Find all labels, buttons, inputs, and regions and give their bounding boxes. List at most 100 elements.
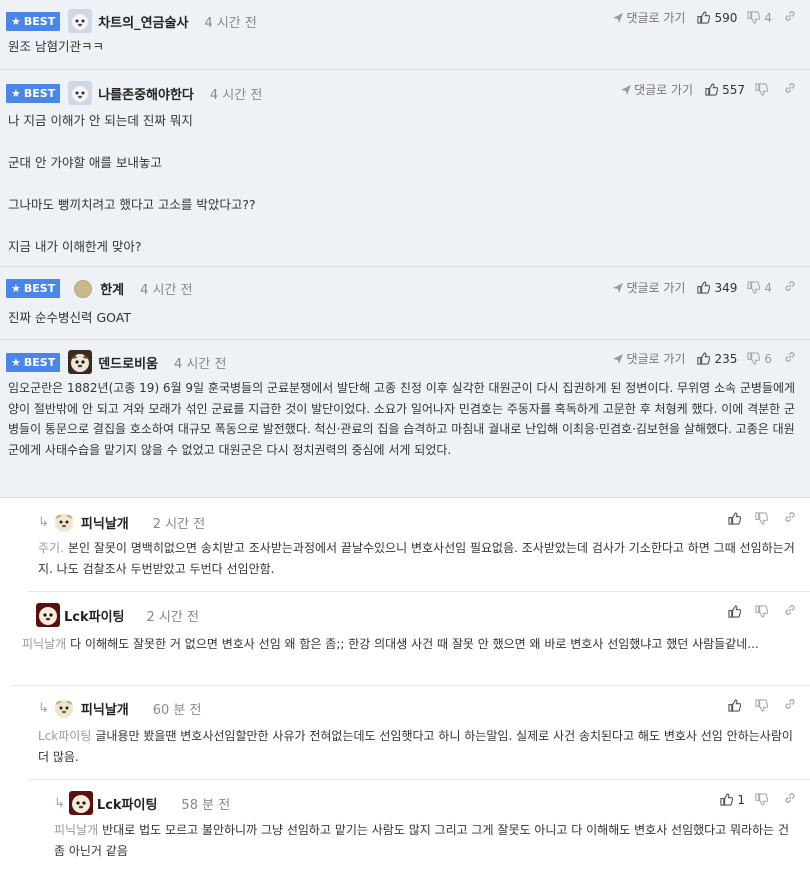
star-icon: ★ (11, 355, 21, 369)
avatar[interactable] (68, 9, 93, 33)
reply-link[interactable]: 댓글로 가기 (621, 81, 693, 98)
downvote-button[interactable] (755, 83, 772, 96)
nickname[interactable]: 피닉날개 (81, 513, 129, 532)
link-icon[interactable] (784, 792, 796, 807)
send-icon (613, 353, 624, 364)
best-badge: ★ BEST (6, 83, 61, 103)
avatar[interactable] (36, 603, 60, 627)
reply-comment: ↳ 피닉날개 2 시간 전 주기. 본인 잘못이 명백히없으면 송치받고 조사받는… (28, 498, 810, 592)
thumbs-down-icon (755, 605, 768, 618)
reply-link[interactable]: 댓글로 가기 (613, 9, 685, 26)
best-comment: ★ BEST 나를존중해야한다 4 시간 전 댓글로 가기 557 나 지금 이해… (0, 70, 810, 267)
comment-text: 피닉날개 다 이해해도 잘못한 거 없으면 변호사 선임 왜 함은 좀;; 한강 … (22, 637, 759, 651)
nickname[interactable]: 차트의_연금술사 (98, 12, 188, 31)
link-icon[interactable] (784, 698, 796, 713)
avatar[interactable] (52, 511, 75, 533)
timestamp: 2 시간 전 (152, 516, 206, 532)
link-icon[interactable] (784, 10, 796, 25)
thumbs-down-icon (747, 281, 761, 294)
best-badge: ★ BEST (6, 11, 61, 31)
upvote-button[interactable] (728, 699, 745, 712)
nickname[interactable]: 피닉날개 (81, 699, 129, 718)
avatar[interactable] (68, 791, 93, 815)
nickname[interactable]: 덴드로비움 (98, 353, 158, 372)
comment-text: Lck파이팅 글내용만 봤을땐 변호사선임할만한 사유가 전혀없는데도 선임햇다고… (38, 729, 797, 764)
reply-comment: Lck파이팅 2 시간 전 피닉날개 다 이해해도 잘못한 거 없으면 변호사 선… (12, 592, 810, 686)
timestamp: 4 시간 전 (174, 356, 227, 372)
best-comment: ★ BEST 덴드로비움 4 시간 전 댓글로 가기 235 6 임오군란은 18… (0, 340, 810, 498)
nickname[interactable]: 나를존중해야한다 (98, 84, 194, 103)
downvote-button[interactable]: 4 (747, 281, 772, 295)
upvote-button[interactable]: 349 (697, 281, 737, 295)
mention[interactable]: 주기. (38, 541, 64, 555)
thumbs-down-icon (747, 11, 761, 24)
link-icon[interactable] (784, 82, 796, 97)
reply-comment: ↳ Lck파이팅 58 분 전 1 피닉날개 반대로 법도 모르고 불안하니까 그… (44, 780, 810, 872)
comment-text: 진짜 순수병신력 GOAT (8, 310, 131, 325)
thumbs-down-icon (755, 699, 768, 712)
comment-text: 주기. 본인 잘못이 명백히없으면 송치받고 조사받는과정에서 끝날수있으니 변호… (38, 541, 795, 576)
upvote-button[interactable]: 1 (720, 793, 745, 807)
comment-text: 나 지금 이해가 안 되는데 진짜 뭐지 군대 안 가야할 애를 보내놓고 그나… (8, 113, 256, 254)
link-icon[interactable] (784, 511, 796, 526)
thumbs-up-icon (728, 605, 741, 618)
send-icon (613, 12, 624, 23)
send-icon (621, 84, 632, 95)
avatar[interactable] (52, 697, 75, 719)
reply-link[interactable]: 댓글로 가기 (613, 279, 685, 296)
thumbs-up-icon (728, 699, 741, 712)
downvote-button[interactable] (755, 512, 772, 525)
downvote-button[interactable] (755, 699, 772, 712)
reply-arrow-icon: ↳ (38, 700, 49, 716)
best-comment: ★ BEST 한계 4 시간 전 댓글로 가기 349 4 진짜 순수병신력 GO… (0, 267, 810, 340)
link-icon[interactable] (784, 604, 796, 619)
timestamp: 60 분 전 (152, 702, 202, 718)
upvote-button[interactable]: 235 (697, 352, 737, 366)
comment-text: 피닉날개 반대로 법도 모르고 불안하니까 그냥 선임하고 맡기는 사람도 많지 … (54, 823, 793, 858)
reply-link[interactable]: 댓글로 가기 (613, 350, 685, 367)
thumbs-up-icon (697, 352, 711, 365)
avatar[interactable] (68, 81, 93, 105)
thumbs-down-icon (755, 793, 768, 806)
nickname[interactable]: Lck파이팅 (97, 794, 158, 813)
link-icon[interactable] (784, 351, 796, 366)
comment-text: 임오군란은 1882년(고종 19) 6월 9일 훈국병들의 군료분쟁에서 발단… (8, 381, 799, 457)
downvote-button[interactable]: 6 (747, 352, 772, 366)
timestamp: 4 시간 전 (140, 283, 193, 298)
thumbs-up-icon (697, 281, 711, 294)
thumbs-down-icon (755, 83, 768, 96)
reply-comment: ↳ 피닉날개 60 분 전 Lck파이팅 글내용만 봤을땐 변호사선임할만한 사유… (28, 686, 810, 780)
thumbs-up-icon (697, 11, 711, 24)
avatar[interactable] (74, 279, 93, 298)
nickname[interactable]: 한계 (100, 279, 124, 298)
thumbs-down-icon (755, 512, 768, 525)
star-icon: ★ (11, 282, 21, 295)
downvote-button[interactable] (755, 605, 772, 618)
mention[interactable]: 피닉날개 (54, 823, 98, 837)
best-badge: ★ BEST (6, 352, 61, 372)
comment-text: 원조 남혐기관ㅋㅋ (8, 39, 104, 54)
avatar[interactable] (68, 350, 93, 374)
timestamp: 58 분 전 (181, 797, 231, 813)
link-icon[interactable] (784, 280, 796, 295)
best-badge: ★ BEST (6, 279, 61, 298)
upvote-button[interactable] (728, 605, 745, 618)
thumbs-up-icon (705, 83, 719, 96)
mention[interactable]: Lck파이팅 (38, 729, 91, 743)
downvote-button[interactable] (755, 793, 772, 806)
star-icon: ★ (11, 14, 21, 28)
upvote-button[interactable]: 590 (697, 11, 737, 25)
downvote-button[interactable]: 4 (747, 11, 772, 25)
reply-arrow-icon: ↳ (54, 795, 65, 811)
thumbs-up-icon (728, 512, 741, 525)
mention[interactable]: 피닉날개 (22, 637, 66, 651)
nickname[interactable]: Lck파이팅 (64, 606, 125, 625)
thumbs-up-icon (720, 793, 734, 806)
reply-arrow-icon: ↳ (38, 514, 49, 530)
star-icon: ★ (11, 86, 21, 100)
timestamp: 4 시간 전 (209, 87, 263, 103)
upvote-button[interactable] (728, 512, 745, 525)
thumbs-down-icon (747, 352, 761, 365)
upvote-button[interactable]: 557 (705, 83, 745, 97)
send-icon (613, 282, 624, 293)
